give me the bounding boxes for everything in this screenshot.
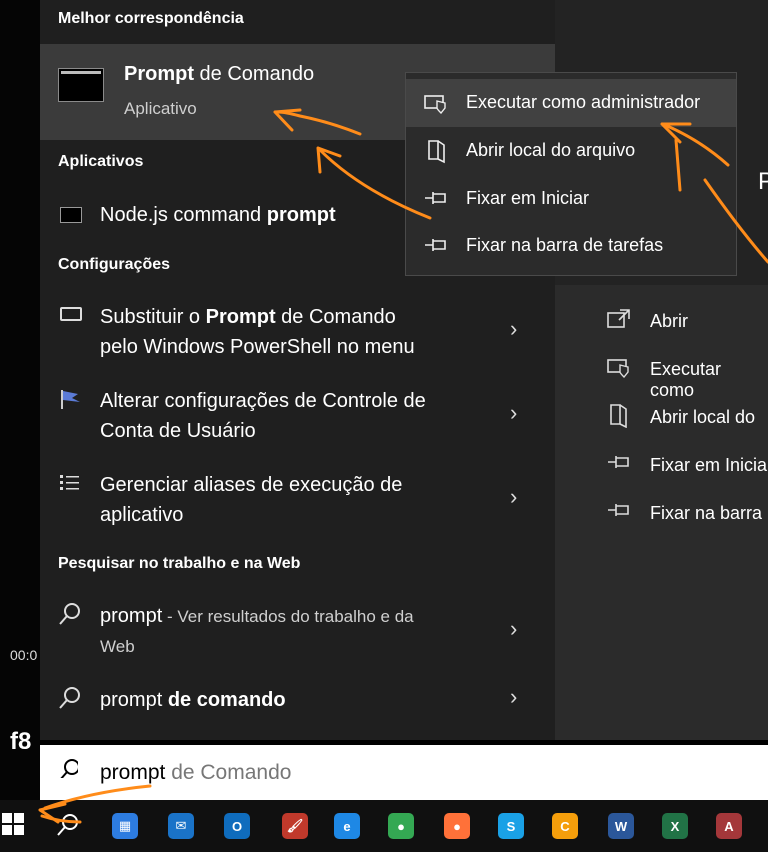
word-icon[interactable]: W	[608, 813, 634, 839]
desktop-background-strip	[0, 0, 40, 800]
monitor-icon	[60, 307, 82, 321]
edge-icon[interactable]: e	[334, 813, 360, 839]
folder-icon	[428, 140, 445, 164]
context-menu-label-run-as-admin: Executar como administrador	[466, 92, 701, 112]
chevron-right-icon: ›	[510, 616, 518, 641]
flag-icon	[61, 390, 80, 409]
web-result-prompt-line2: Web	[100, 637, 135, 656]
chevron-right-icon: ›	[510, 400, 518, 425]
app-result-nodejs-label: Node.js command prompt	[100, 204, 336, 226]
context-menu-label-pin-start: Fixar em Iniciar	[466, 188, 590, 208]
skype-icon[interactable]: S	[498, 813, 524, 839]
pin-icon	[608, 504, 629, 516]
outlook-icon[interactable]: O	[224, 813, 250, 839]
shield-icon	[424, 95, 446, 114]
shield-icon	[607, 359, 629, 378]
taskbar-search-icon[interactable]	[56, 813, 80, 837]
settings-heading: Configurações	[58, 256, 171, 273]
setting-result-aliases-line2: aplicativo	[100, 504, 184, 526]
desktop-code-text: f8	[10, 728, 32, 755]
list-icon	[60, 475, 79, 490]
chevron-right-icon: ›	[510, 684, 518, 709]
best-match-heading: Melhor correspondência	[58, 10, 244, 27]
pin-icon	[608, 456, 629, 468]
desktop-time-text: 00:0	[10, 647, 38, 663]
setting-result-uac-line2: Conta de Usuário	[100, 420, 256, 442]
preview-title: P	[758, 168, 768, 195]
pin-icon	[425, 192, 446, 204]
search-autocomplete-hint: de Comando	[165, 761, 292, 784]
excel-icon[interactable]: X	[662, 813, 688, 839]
web-search-heading: Pesquisar no trabalho e na Web	[58, 555, 301, 572]
paint-icon[interactable]: 🖌	[282, 813, 308, 839]
mail-icon[interactable]: ✉	[168, 813, 194, 839]
chrome-icon[interactable]: ●	[388, 813, 414, 839]
chevron-right-icon: ›	[510, 484, 518, 509]
context-menu-label-open-location: Abrir local do arquivo	[466, 140, 636, 160]
search-icon	[59, 687, 80, 709]
apps-heading: Aplicativos	[58, 153, 144, 170]
start-icon[interactable]	[2, 813, 26, 837]
pin-icon	[425, 239, 446, 251]
search-query-text: prompt de Comando	[100, 761, 292, 784]
preview-action-run-as-admin[interactable]: Executar como	[650, 359, 768, 401]
preview-action-pin-taskbar[interactable]: Fixar na barra	[650, 503, 762, 524]
nodejs-prompt-icon	[60, 207, 82, 223]
chevron-right-icon: ›	[510, 316, 518, 341]
setting-result-replace-prompt-line2: pelo Windows PowerShell no menu	[100, 336, 415, 358]
web-result-prompt-line1: prompt - Ver resultados do trabalho e da	[100, 605, 414, 627]
context-menu-label-pin-taskbar: Fixar na barra de tarefas	[466, 235, 664, 255]
firefox-icon[interactable]: ●	[444, 813, 470, 839]
best-match-subtitle: Aplicativo	[124, 99, 197, 118]
app-c-icon[interactable]: C	[552, 813, 578, 839]
access-icon[interactable]: A	[716, 813, 742, 839]
open-icon	[607, 309, 630, 328]
setting-result-aliases-line1: Gerenciar aliases de execução de	[100, 474, 403, 496]
preview-action-open[interactable]: Abrir	[650, 311, 688, 332]
store-icon[interactable]: ▦	[112, 813, 138, 839]
web-result-prompt-de-comando-label: prompt de comando	[100, 689, 286, 711]
preview-action-open-location[interactable]: Abrir local do	[650, 407, 755, 428]
preview-action-pin-start[interactable]: Fixar em Inicia	[650, 455, 767, 476]
search-icon	[60, 759, 78, 778]
search-icon	[59, 603, 80, 625]
command-prompt-icon	[58, 68, 104, 102]
setting-result-uac-line1: Alterar configurações de Controle de	[100, 390, 426, 412]
best-match-title: Prompt de Comando	[124, 63, 315, 85]
folder-icon	[610, 404, 627, 428]
setting-result-replace-prompt-line1: Substituir o Prompt de Comando	[100, 306, 396, 328]
